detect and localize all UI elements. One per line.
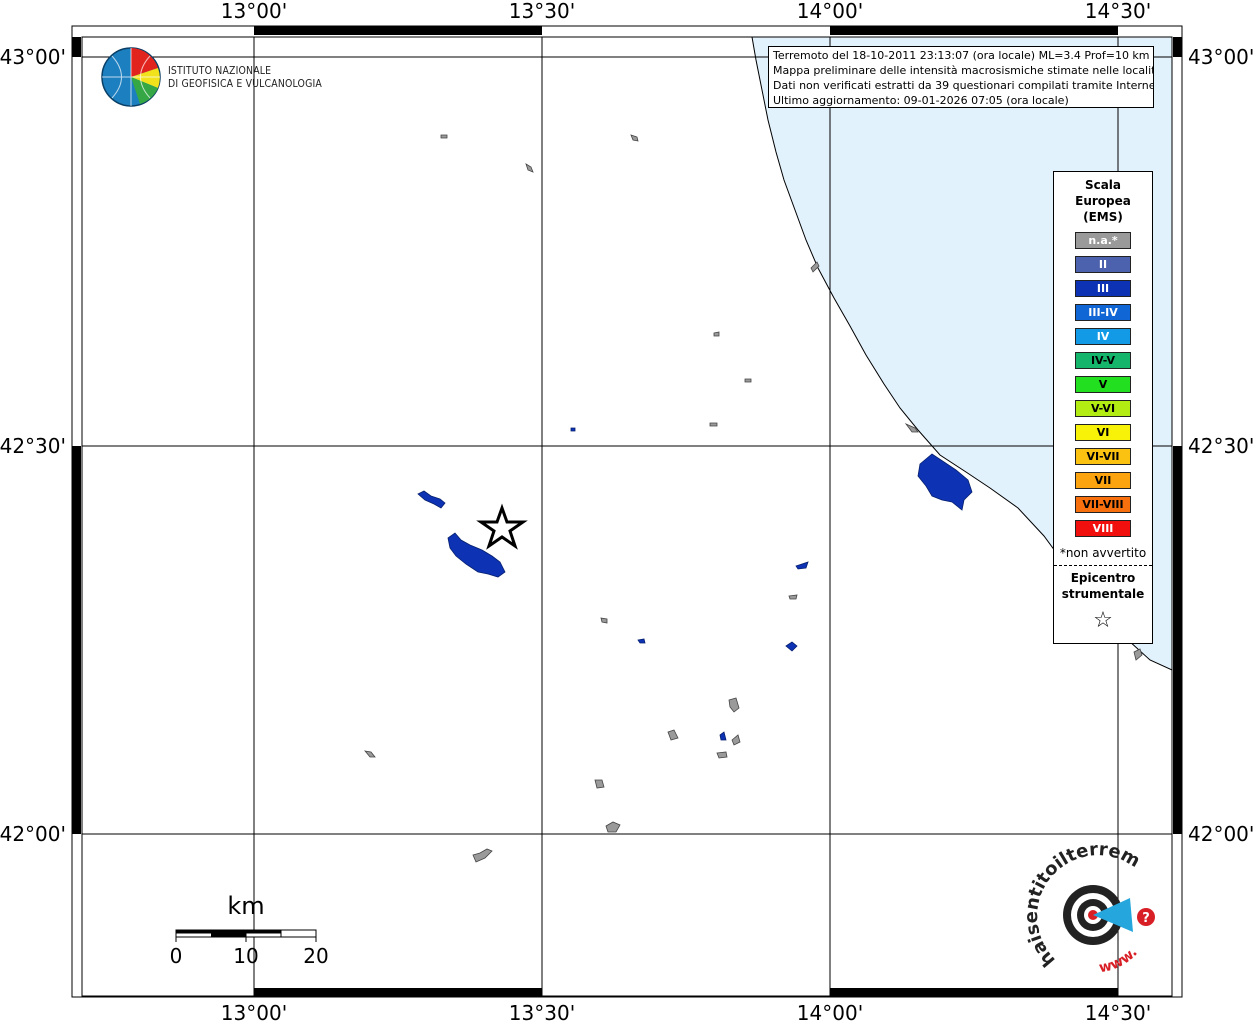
legend-swatch: VII: [1075, 472, 1131, 489]
epicenter-label-line: Epicentro: [1070, 571, 1136, 585]
locality-na: [788, 594, 798, 600]
scale-tick: 10: [233, 944, 258, 968]
legend-swatch: V: [1075, 376, 1131, 393]
legend-title-line: Europea: [1075, 194, 1131, 208]
top-lon-label: 13°30': [509, 0, 575, 23]
legend-swatch: IV-V: [1075, 352, 1131, 369]
locality-na: [667, 729, 679, 741]
epicenter-label-line: strumentale: [1061, 587, 1145, 601]
bottom-lon-label: 13°00': [221, 1001, 287, 1024]
locality-na: [709, 422, 718, 427]
scale-tick: 20: [303, 944, 328, 968]
left-lat-label: 42°30': [0, 434, 66, 458]
bottom-lon-label: 13°30': [509, 1001, 575, 1024]
info-line: Dati non verificati estratti da 39 quest…: [773, 79, 1154, 92]
locality-na: [744, 378, 752, 383]
info-line: Terremoto del 18-10-2011 23:13:07 (ora l…: [773, 49, 1150, 62]
locality-na: [810, 261, 820, 273]
legend-title: Scala Europea (EMS): [1054, 177, 1152, 225]
scale-bar: [175, 929, 317, 942]
ingv-logo-line: DI GEOFISICA E VULCANOLOGIA: [168, 77, 323, 90]
legend-swatch: V-VI: [1075, 400, 1131, 417]
legend-note: *non avvertito: [1054, 546, 1152, 566]
legend-title-line: (EMS): [1083, 210, 1123, 224]
locality-na: [630, 134, 639, 142]
locality-iii: [719, 731, 727, 741]
ems-legend: Scala Europea (EMS) n.a.* II III III-IV IV IV…: [1053, 171, 1153, 644]
bottom-lon-label: 14°00': [797, 1001, 863, 1024]
locality-iii: [795, 561, 809, 570]
legend-swatch: III: [1075, 280, 1131, 297]
locality-na: [364, 750, 376, 758]
locality-na: [713, 331, 720, 337]
legend-title-line: Scala: [1084, 178, 1122, 192]
info-line: Ultimo aggiornamento: 09-01-2026 07:05 (…: [773, 94, 1069, 107]
felt-localities: [417, 427, 973, 741]
epicenter-star-marker: [476, 503, 528, 550]
locality-iii: [637, 638, 646, 644]
ingv-globe-icon: [101, 47, 161, 107]
info-line: Mappa preliminare delle intensità macros…: [773, 64, 1154, 77]
legend-swatch: VI-VII: [1075, 448, 1131, 465]
legend-epicenter-label: Epicentro strumentale: [1054, 570, 1152, 602]
legend-swatch: VI: [1075, 424, 1131, 441]
legend-swatch: VII-VIII: [1075, 496, 1131, 513]
bottom-lon-label: 14°30': [1085, 1001, 1151, 1024]
scale-tick: 0: [170, 944, 183, 968]
top-lon-label: 14°00': [797, 0, 863, 23]
locality-na: [440, 134, 448, 139]
locality-iii: [570, 427, 576, 432]
event-info-box: Terremoto del 18-10-2011 23:13:07 (ora l…: [768, 46, 1154, 108]
left-lat-label: 42°00': [0, 822, 66, 846]
ingv-logo-line: ISTITUTO NAZIONALE: [168, 64, 272, 77]
legend-star-icon: ☆: [1093, 608, 1113, 633]
hst-logo-icon: ?: [1063, 885, 1155, 945]
legend-swatch: III-IV: [1075, 304, 1131, 321]
hst-logo-url: www.: [1098, 945, 1141, 977]
locality-na: [731, 734, 741, 746]
right-lat-label: 43°00': [1188, 45, 1254, 69]
left-lat-label: 43°00': [0, 45, 66, 69]
locality-na: [472, 848, 493, 863]
locality-na: [594, 779, 605, 789]
top-lon-label: 13°00': [221, 0, 287, 23]
locality-na: [600, 617, 608, 624]
top-lon-label: 14°30': [1085, 0, 1151, 23]
ingv-logo-text: ISTITUTO NAZIONALE DI GEOFISICA E VULCAN…: [168, 64, 349, 90]
scale-unit: km: [227, 892, 264, 920]
legend-swatch: n.a.*: [1075, 232, 1131, 249]
locality-na: [728, 697, 740, 713]
locality-na: [525, 163, 534, 173]
locality-na: [716, 751, 728, 759]
locality-na: [605, 821, 621, 833]
legend-items: n.a.* II III III-IV IV IV-V V V-VI VI VI-VII VII VI…: [1054, 232, 1152, 537]
legend-swatch: II: [1075, 256, 1131, 273]
legend-swatch: IV: [1075, 328, 1131, 345]
locality-iii: [785, 641, 798, 652]
svg-text:?: ?: [1142, 911, 1150, 926]
locality-iii: [417, 490, 446, 509]
legend-swatch: VIII: [1075, 520, 1131, 537]
locality-na: [1133, 648, 1143, 661]
right-lat-label: 42°30': [1188, 434, 1254, 458]
right-lat-label: 42°00': [1188, 822, 1254, 846]
